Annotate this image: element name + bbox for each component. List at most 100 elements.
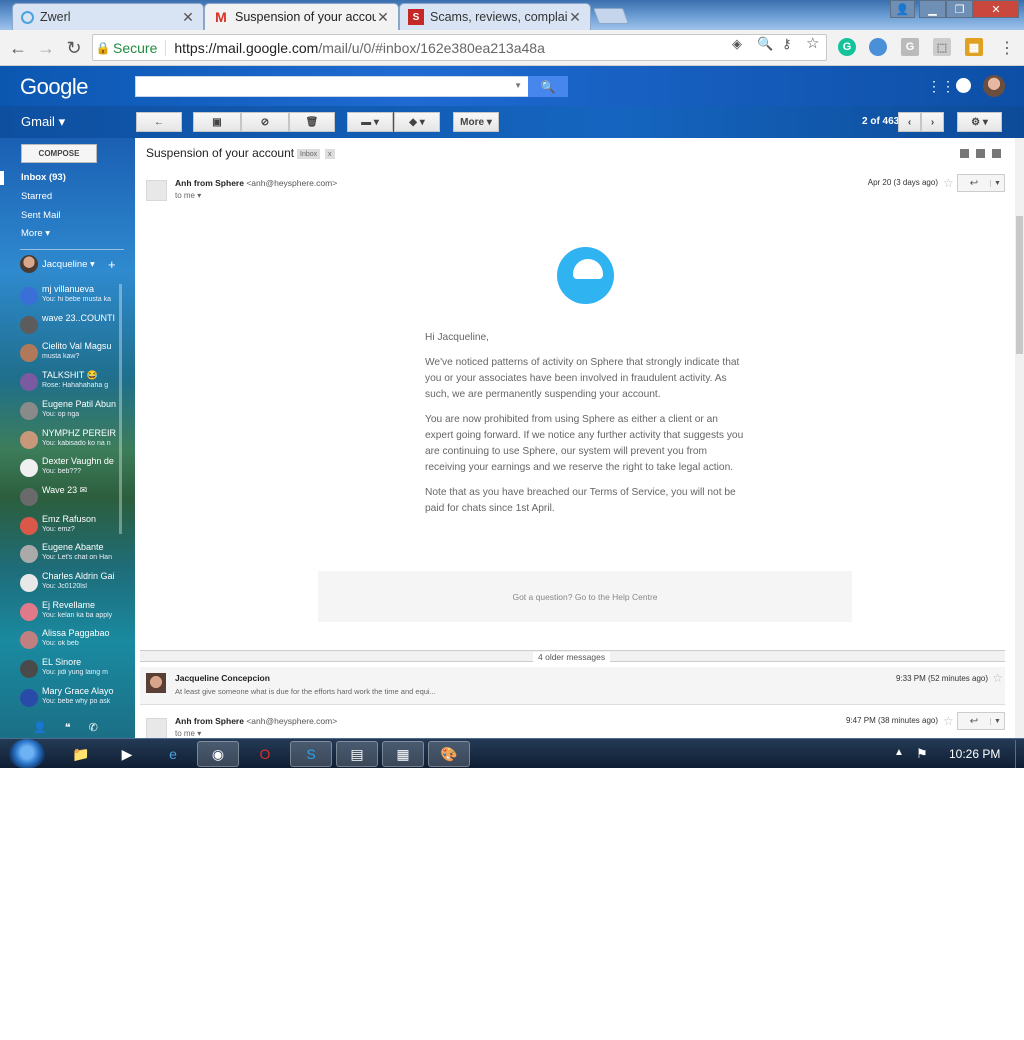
menu-kebab-icon[interactable]: ⋮: [995, 36, 1019, 60]
search-input[interactable]: ▼: [135, 76, 529, 97]
star-icon[interactable]: ☆: [943, 176, 954, 190]
older-messages-label[interactable]: 4 older messages: [533, 652, 611, 662]
contact-item[interactable]: Eugene Patil Abun You: op nga: [20, 399, 120, 425]
google-logo[interactable]: Google: [20, 74, 88, 100]
contact-item[interactable]: NYMPHZ PEREIR You: kabisado ko na n: [20, 428, 120, 454]
back-icon[interactable]: ←: [6, 36, 30, 60]
sidebar-item-inbox[interactable]: Inbox (93): [21, 172, 66, 183]
contact-item[interactable]: Eugene Abante You: Let's chat on Han: [20, 542, 120, 568]
contact-item[interactable]: mj villanueva You: hi bebe musta ka: [20, 284, 120, 310]
close-window-button[interactable]: ✕: [973, 0, 1019, 18]
remove-label-button[interactable]: x: [325, 149, 335, 159]
scrollbar-thumb[interactable]: [1016, 216, 1023, 354]
compose-button[interactable]: COMPOSE: [21, 144, 97, 163]
reply-button[interactable]: ↩ ▼: [957, 174, 1005, 192]
forward-icon[interactable]: →: [34, 36, 58, 60]
address-bar[interactable]: 🔒 Secure https://mail.google.com/mail/u/…: [92, 34, 827, 61]
newer-button[interactable]: ‹: [898, 112, 921, 132]
paint-icon[interactable]: 🎨: [428, 741, 470, 767]
more-button[interactable]: More ▾: [453, 112, 499, 132]
chrome-icon[interactable]: ◉: [197, 741, 239, 767]
recipient[interactable]: to me ▾: [175, 729, 201, 738]
close-icon[interactable]: ✕: [376, 9, 390, 26]
phone-icon[interactable]: ✆: [89, 721, 98, 737]
scrollbar[interactable]: [1015, 138, 1024, 738]
maximize-button[interactable]: ❐: [946, 0, 973, 18]
move-to-button[interactable]: ▬ ▾: [347, 112, 393, 132]
hangouts-icon[interactable]: ❝: [65, 721, 71, 737]
message-header[interactable]: Anh from Sphere <anh@heysphere.com> to m…: [135, 174, 1015, 206]
zoom-icon[interactable]: 🔍: [757, 36, 773, 52]
star-icon[interactable]: ☆: [943, 714, 954, 728]
hangouts-me[interactable]: Jacqueline ▾: [20, 255, 95, 273]
extension-g-icon[interactable]: G: [901, 38, 919, 56]
gmail-switcher[interactable]: Gmail ▾: [21, 114, 65, 130]
message-header[interactable]: Anh from Sphere <anh@heysphere.com> to m…: [135, 712, 1015, 738]
system-clock[interactable]: 10:26 PM: [949, 747, 1000, 761]
calculator-icon[interactable]: ▦: [382, 741, 424, 767]
pdf-extension-icon[interactable]: ⬚: [933, 38, 951, 56]
account-avatar[interactable]: [983, 75, 1005, 97]
contact-item[interactable]: Mary Grace Alayo You: bebe why po ask: [20, 686, 120, 712]
contact-item[interactable]: Charles Aldrin Gai You: Jc0120lsl: [20, 571, 120, 597]
label-chip[interactable]: Inbox: [297, 149, 321, 159]
search-options-icon[interactable]: ▼: [514, 81, 522, 90]
bookmark-star-icon[interactable]: ☆: [806, 34, 819, 52]
settings-button[interactable]: ⚙ ▾: [957, 112, 1002, 132]
contact-item[interactable]: TALKSHIT 😂 Rose: Hahahahaha g: [20, 370, 120, 396]
contact-item[interactable]: EL Sinore You: jidi yung laing m: [20, 657, 120, 683]
tab-sitejabber[interactable]: S Scams, reviews, complain ✕: [399, 3, 591, 30]
new-conversation-icon[interactable]: +: [108, 257, 116, 272]
expand-all-icon[interactable]: [960, 149, 969, 158]
contact-item[interactable]: Alissa Paggabao You: ok beb: [20, 628, 120, 654]
new-tab-button[interactable]: [593, 8, 629, 24]
older-button[interactable]: ›: [921, 112, 944, 132]
sidebar-item-more[interactable]: More ▾: [21, 228, 50, 239]
new-window-icon[interactable]: [992, 149, 1001, 158]
delete-button[interactable]: 🗑: [289, 112, 335, 132]
report-spam-button[interactable]: ⊘: [241, 112, 289, 132]
key-icon[interactable]: ⚷: [782, 36, 792, 52]
tray-arrow-icon[interactable]: ▲: [894, 747, 904, 758]
close-icon[interactable]: ✕: [181, 9, 195, 26]
skype-icon[interactable]: S: [290, 741, 332, 767]
contacts-icon[interactable]: 👤: [33, 721, 47, 737]
notepad-icon[interactable]: ▤: [336, 741, 378, 767]
extension-globe-icon[interactable]: [869, 38, 887, 56]
contact-item[interactable]: Ej Revellame You: kelan ka ba apply: [20, 600, 120, 626]
contact-item[interactable]: Wave 23 ✉: [20, 485, 120, 511]
media-player-icon[interactable]: ▶: [106, 741, 148, 767]
contact-item[interactable]: Emz Rafuson You: emz?: [20, 514, 120, 540]
grammarly-icon[interactable]: G: [838, 38, 856, 56]
sidebar-item-sent[interactable]: Sent Mail: [21, 210, 61, 221]
internet-explorer-icon[interactable]: e: [152, 741, 194, 767]
recipient[interactable]: to me ▾: [175, 191, 201, 200]
archive-button[interactable]: ▣: [193, 112, 241, 132]
star-icon[interactable]: ☆: [992, 671, 1003, 685]
collapsed-message[interactable]: Jacqueline Concepcion At least give some…: [140, 667, 1005, 705]
reply-button[interactable]: ↩ ▼: [957, 712, 1005, 730]
tab-gmail[interactable]: M Suspension of your accou ✕: [204, 3, 399, 30]
file-explorer-icon[interactable]: 📁: [60, 741, 102, 767]
tab-zwerl[interactable]: Zwerl ✕: [12, 3, 204, 30]
search-button[interactable]: 🔍: [528, 76, 568, 97]
contact-item[interactable]: Dexter Vaughn de You: beb???: [20, 456, 120, 482]
user-icon[interactable]: 👤: [890, 0, 915, 18]
print-icon[interactable]: [976, 149, 985, 158]
close-icon[interactable]: ✕: [568, 9, 582, 26]
opera-icon[interactable]: O: [244, 741, 286, 767]
reload-icon[interactable]: ↻: [62, 36, 86, 60]
labels-button[interactable]: ◆ ▾: [394, 112, 440, 132]
notifications-icon[interactable]: [956, 78, 971, 93]
scrollbar[interactable]: [119, 284, 122, 534]
back-to-inbox-button[interactable]: ←: [136, 112, 182, 132]
sidebar-item-starred[interactable]: Starred: [21, 191, 52, 202]
start-button[interactable]: [9, 739, 45, 768]
extension-grid-icon[interactable]: ▦: [965, 38, 983, 56]
site-settings-icon[interactable]: ◈: [732, 36, 742, 52]
help-centre-link[interactable]: Got a question? Go to the Help Centre: [318, 571, 852, 622]
contact-item[interactable]: wave 23..COUNTI: [20, 313, 120, 339]
show-desktop-button[interactable]: [1015, 740, 1024, 768]
contact-item[interactable]: Cielito Val Magsu musta kaw?: [20, 341, 120, 367]
action-center-flag-icon[interactable]: ⚑: [916, 746, 928, 762]
